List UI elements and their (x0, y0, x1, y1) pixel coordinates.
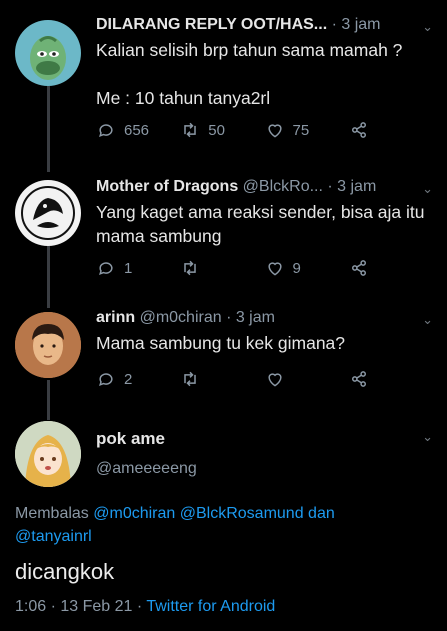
tweet-text: Kalian selisih brp tahun sama mamah ? Me… (96, 40, 403, 108)
reply-count: 656 (124, 121, 150, 139)
source-link[interactable]: Twitter for Android (146, 598, 275, 615)
share-button[interactable] (349, 120, 433, 140)
mention-link[interactable]: @BlckRosamund (180, 505, 304, 522)
tweet-meta: @BlckRo... · 3 jam (238, 178, 377, 195)
reply-count: 2 (124, 370, 133, 388)
display-name[interactable]: DILARANG REPLY OOT/HAS... (96, 16, 327, 33)
retweet-button[interactable] (180, 369, 264, 389)
mention-and[interactable]: dan (304, 505, 335, 522)
reply-button[interactable]: 1 (96, 258, 180, 278)
reply-button[interactable]: 656 (96, 120, 180, 140)
tweet-actions: 1 9 (96, 258, 433, 278)
retweet-button[interactable]: 50 (180, 120, 264, 140)
retweet-icon (184, 260, 196, 276)
chevron-down-icon[interactable]: ⌄ (422, 429, 433, 445)
tweet-meta: · 3 jam (327, 16, 381, 33)
tweet-text: Yang kaget ama reaksi sender, bisa aja i… (96, 202, 430, 246)
tweet-text: Mama sambung tu kek gimana? (96, 333, 346, 353)
tweet-footer: 1:06 · 13 Feb 21 · Twitter for Android (15, 598, 275, 616)
share-button[interactable] (349, 369, 433, 389)
user-handle[interactable]: @ameeeeeng (96, 460, 197, 478)
like-count: 75 (292, 121, 310, 139)
timestamp: 1:06 · 13 Feb 21 · (15, 598, 147, 615)
avatar[interactable] (15, 20, 81, 86)
mention-link[interactable]: @m0chiran (93, 505, 175, 522)
avatar[interactable] (15, 312, 81, 378)
tweet-meta: @m0chiran · 3 jam (135, 309, 275, 326)
like-button[interactable]: 75 (265, 120, 349, 140)
replying-to: Membalas @m0chiran @BlckRosamund dan @ta… (15, 502, 427, 548)
display-name[interactable]: pok ame (96, 429, 165, 449)
mention-link[interactable]: @tanyainrl (15, 528, 92, 545)
like-button[interactable] (265, 369, 349, 389)
retweet-button[interactable] (180, 258, 264, 278)
reply-icon (99, 124, 113, 138)
heart-icon (267, 124, 282, 138)
heart-icon (267, 373, 282, 387)
display-name[interactable]: Mother of Dragons (96, 178, 238, 195)
chevron-down-icon[interactable]: ⌄ (422, 16, 433, 36)
chevron-down-icon[interactable]: ⌄ (422, 178, 433, 198)
tweet-header: Mother of Dragons @BlckRo... · 3 jam ⌄ (96, 176, 433, 198)
retweet-icon (184, 371, 196, 387)
chevron-down-icon[interactable]: ⌄ (422, 309, 433, 329)
share-icon (351, 260, 366, 276)
reply-icon (99, 262, 113, 276)
share-icon (351, 122, 366, 138)
avatar[interactable] (15, 421, 81, 487)
reply-count: 1 (124, 259, 133, 277)
tweet-header: arinn @m0chiran · 3 jam ⌄ (96, 307, 433, 329)
heart-icon (267, 262, 282, 276)
thread-line (47, 86, 50, 172)
thread-line (47, 246, 50, 308)
like-button[interactable]: 9 (265, 258, 349, 278)
reply-icon (99, 373, 113, 387)
share-icon (351, 371, 366, 387)
reply-prefix: Membalas (15, 505, 94, 522)
display-name[interactable]: arinn (96, 309, 135, 326)
retweet-icon (184, 122, 196, 138)
tweet-actions: 2 (96, 369, 433, 389)
retweet-count: 50 (208, 121, 225, 139)
avatar[interactable] (15, 180, 81, 246)
tweet-text: dicangkok (15, 559, 115, 584)
tweet-header: DILARANG REPLY OOT/HAS... · 3 jam ⌄ (96, 14, 433, 36)
tweet-actions: 656 50 75 (96, 120, 433, 140)
thread-line (47, 380, 50, 420)
share-button[interactable] (349, 258, 433, 278)
like-count: 9 (292, 259, 301, 277)
reply-button[interactable]: 2 (96, 369, 180, 389)
